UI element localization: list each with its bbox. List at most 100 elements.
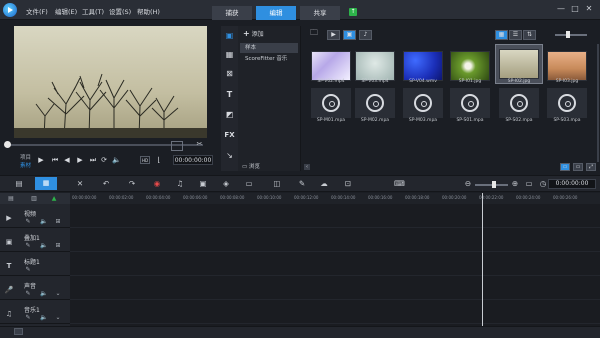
- split-screen-icon[interactable]: ◫: [272, 179, 282, 189]
- end-icon[interactable]: ⏭: [89, 156, 97, 164]
- show-audio-button[interactable]: ♪: [359, 30, 372, 40]
- category-sample[interactable]: 样本: [240, 43, 298, 53]
- media-library-icon[interactable]: ▣: [224, 30, 235, 41]
- path-icon[interactable]: ↘: [224, 150, 235, 161]
- library-scrollbar[interactable]: [597, 44, 599, 162]
- timecode-display[interactable]: 00:00:00:00: [173, 155, 213, 165]
- thumb-size-knob[interactable]: [566, 31, 570, 38]
- stabilize-icon[interactable]: ⊡: [343, 179, 353, 189]
- zoom-in-icon[interactable]: ⊕: [510, 179, 520, 189]
- thumbnail-sp-v04[interactable]: [403, 51, 443, 81]
- thumbnail-sp-i01[interactable]: [450, 51, 490, 81]
- title-icon[interactable]: T: [224, 89, 235, 100]
- auto-music-icon[interactable]: ⌨: [394, 179, 405, 189]
- thumbnail-sp-v03[interactable]: [355, 51, 395, 81]
- track-lane-voice[interactable]: [70, 276, 600, 300]
- playhead[interactable]: [482, 193, 483, 326]
- edit-pen-icon[interactable]: ✎: [24, 218, 32, 226]
- crop-icon[interactable]: [171, 141, 183, 151]
- next-frame-icon[interactable]: ▶: [76, 156, 84, 164]
- undo-icon[interactable]: ↶: [101, 179, 111, 189]
- track-volume-icon[interactable]: 🔈: [40, 242, 48, 250]
- thumbnail-sp-s02[interactable]: [499, 88, 539, 118]
- multicam-icon[interactable]: ▣: [198, 179, 208, 189]
- edit-pen-icon[interactable]: ✎: [24, 266, 32, 274]
- upload-icon[interactable]: ↑: [349, 8, 357, 16]
- clip-mode-label[interactable]: 素材: [20, 161, 31, 169]
- thumbnail-sp-i02[interactable]: [499, 49, 539, 79]
- thumbnail-sp-s03[interactable]: [547, 88, 587, 118]
- timeline-timecode[interactable]: 0:00:00:00: [548, 179, 596, 189]
- mark-in-icon[interactable]: ⌊: [155, 156, 163, 164]
- thumbnail-sp-m01[interactable]: [311, 88, 351, 118]
- mask-creator-icon[interactable]: ✎: [297, 179, 307, 189]
- scrub-knob[interactable]: [4, 141, 11, 148]
- sound-mixer-icon[interactable]: ♫: [175, 179, 185, 189]
- play-icon[interactable]: ▶: [37, 156, 45, 164]
- instant-project-icon[interactable]: ▦: [224, 49, 235, 60]
- tab-capture[interactable]: 捕获: [212, 6, 252, 20]
- volume-icon[interactable]: 🔈: [112, 156, 121, 164]
- expand-icon[interactable]: ⌄: [54, 314, 62, 322]
- ripple-icon[interactable]: ⊞: [54, 242, 62, 250]
- sort-button[interactable]: ⇅: [523, 30, 536, 40]
- edit-pen-icon[interactable]: ✎: [24, 242, 32, 250]
- menu-edit[interactable]: 编辑(E): [55, 6, 77, 16]
- add-folder-button[interactable]: + 添加: [243, 29, 264, 38]
- menu-settings[interactable]: 设置(S): [109, 6, 131, 16]
- chapter-icon[interactable]: ▥: [30, 195, 38, 203]
- list-view-button[interactable]: ☰: [509, 30, 522, 40]
- menu-file[interactable]: 文件(F): [26, 6, 48, 16]
- expand-icon[interactable]: ⌄: [54, 290, 62, 298]
- preview-window[interactable]: [14, 26, 207, 138]
- track-manager-icon[interactable]: ▤: [7, 195, 15, 203]
- track-lane-video[interactable]: [70, 204, 600, 228]
- close-button[interactable]: ✕: [584, 4, 594, 14]
- hd-icon[interactable]: HD: [140, 156, 150, 164]
- time-remap-icon[interactable]: ☁: [319, 179, 329, 189]
- menu-tools[interactable]: 工具(T): [82, 6, 104, 16]
- home-icon[interactable]: ⏮: [51, 156, 59, 164]
- panel-option-icon[interactable]: ▭: [560, 163, 570, 171]
- thumbnail-sp-i03[interactable]: [547, 51, 587, 81]
- tab-share[interactable]: 共享: [300, 6, 340, 20]
- track-volume-icon[interactable]: 🔈: [40, 314, 48, 322]
- project-mode-label[interactable]: 项目: [20, 153, 31, 161]
- show-photo-button[interactable]: ▣: [343, 30, 356, 40]
- zoom-out-icon[interactable]: ⊖: [463, 179, 473, 189]
- timeline-view-button[interactable]: ▦: [35, 177, 57, 190]
- edit-pen-icon[interactable]: ✎: [24, 290, 32, 298]
- menu-help[interactable]: 帮助(H): [137, 6, 160, 16]
- motion-track-icon[interactable]: ◈: [221, 179, 231, 189]
- panel-option-icon[interactable]: ▭: [573, 163, 583, 171]
- minimize-button[interactable]: —: [556, 4, 566, 14]
- thumbnail-sp-m03[interactable]: [403, 88, 443, 118]
- folder-icon[interactable]: 🗀: [309, 28, 319, 39]
- panel-option-icon[interactable]: ⤢: [586, 163, 596, 171]
- thumbnail-view-button[interactable]: ▦: [495, 30, 508, 40]
- browse-button[interactable]: ▭ 浏览: [242, 162, 260, 170]
- thumbnail-sp-s01[interactable]: [450, 88, 490, 118]
- fx-filter-icon[interactable]: FX: [224, 130, 235, 141]
- show-video-button[interactable]: ▶: [327, 30, 340, 40]
- fit-icon[interactable]: ▭: [524, 179, 534, 189]
- tab-edit[interactable]: 编辑: [256, 6, 296, 20]
- track-volume-icon[interactable]: 🔈: [40, 218, 48, 226]
- storyboard-view-icon[interactable]: ▤: [14, 179, 24, 189]
- zoom-knob[interactable]: [492, 181, 496, 188]
- track-lane-overlay[interactable]: [70, 228, 600, 252]
- thumbnail-sp-v02[interactable]: [311, 51, 351, 81]
- thumbnail-sp-m02[interactable]: [355, 88, 395, 118]
- graphics-icon[interactable]: ◩: [224, 109, 235, 120]
- transition-icon[interactable]: ⊠: [224, 68, 235, 79]
- track-lane-title[interactable]: [70, 252, 600, 276]
- edit-pen-icon[interactable]: ✎: [24, 314, 32, 322]
- add-cue-icon[interactable]: ▲: [50, 195, 58, 203]
- thumb-size-slider[interactable]: [555, 34, 587, 36]
- track-lane-music[interactable]: [70, 300, 600, 324]
- subtitle-editor-icon[interactable]: ▭: [244, 179, 254, 189]
- track-volume-icon[interactable]: 🔈: [40, 290, 48, 298]
- fit-project-icon[interactable]: [14, 328, 23, 335]
- record-capture-icon[interactable]: ◉: [152, 179, 162, 189]
- clock-icon[interactable]: ◷: [538, 179, 548, 189]
